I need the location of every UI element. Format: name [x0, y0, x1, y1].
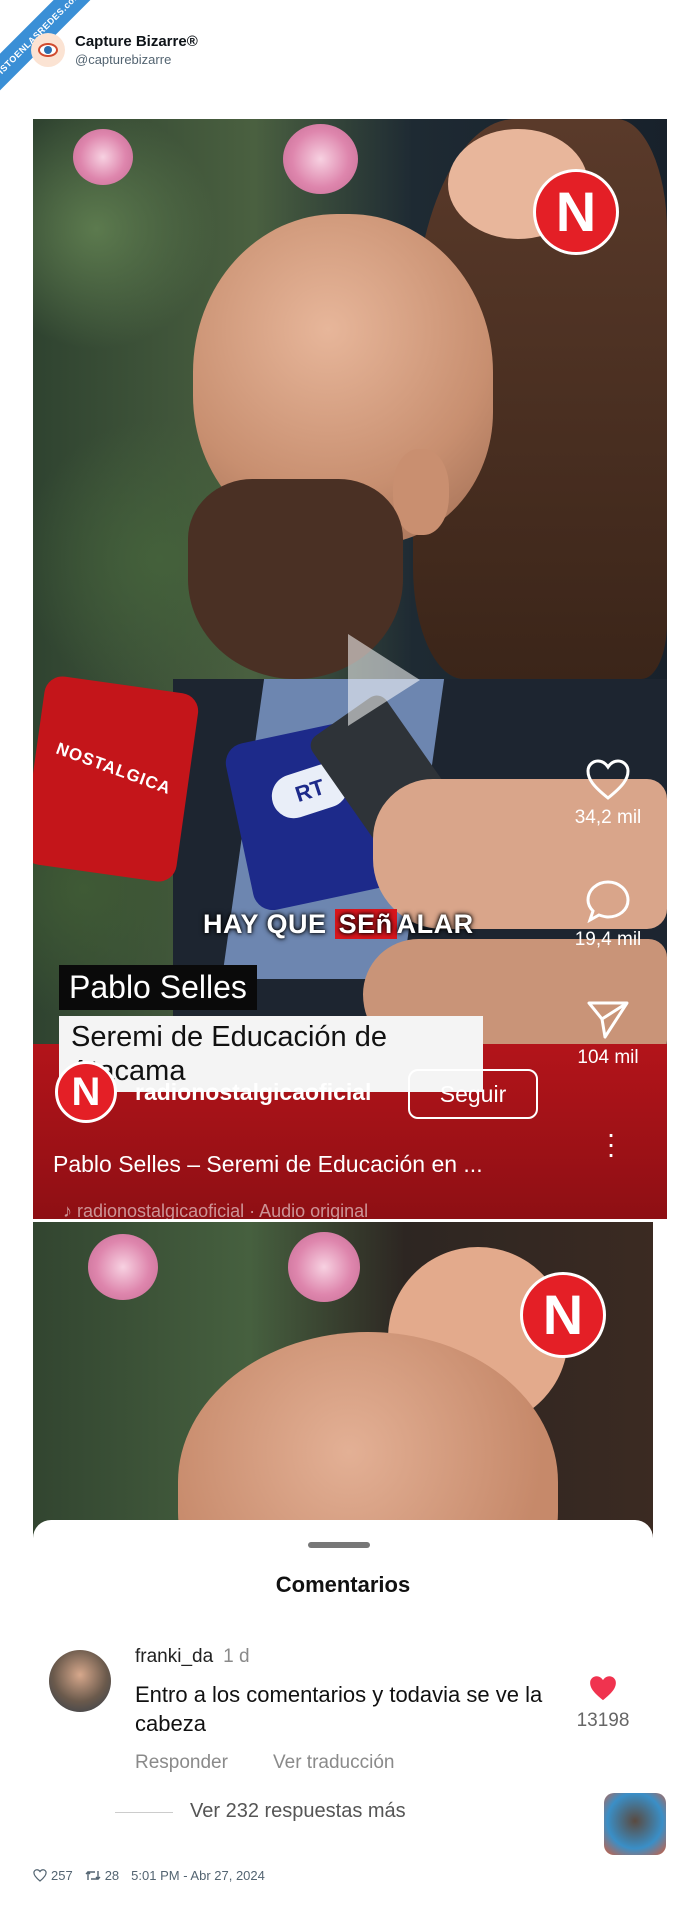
- retweet-icon: [85, 1871, 101, 1880]
- video-description[interactable]: Pablo Selles – Seremi de Educación en ..…: [53, 1151, 483, 1178]
- more-options-icon[interactable]: · · ·: [601, 1120, 621, 1168]
- commenter-avatar[interactable]: [49, 1650, 111, 1712]
- retweet-stat[interactable]: 28: [85, 1868, 119, 1883]
- comment-bubble-icon: [586, 880, 630, 923]
- comment-like-count: 13198: [576, 1710, 630, 1731]
- divider: [115, 1812, 173, 1813]
- heart-filled-icon: [590, 1676, 616, 1701]
- play-icon[interactable]: [348, 634, 420, 726]
- man-ear: [393, 449, 449, 535]
- account-handle[interactable]: @capturebizarre: [75, 52, 198, 67]
- comment-time: 1 d: [223, 1646, 250, 1667]
- comment-count: 19,4 mil: [574, 929, 642, 950]
- pink-flower: [88, 1234, 158, 1300]
- tweet-like-count: 257: [51, 1868, 73, 1883]
- heart-outline-icon: [33, 1869, 47, 1882]
- comment-header: franki_da 1 d: [135, 1646, 250, 1668]
- uploader-thumbnail[interactable]: [604, 1793, 666, 1855]
- channel-avatar[interactable]: N: [55, 1061, 117, 1123]
- translate-button[interactable]: Ver traducción: [273, 1752, 394, 1774]
- channel-logo-icon: N: [520, 1272, 606, 1358]
- account-avatar[interactable]: [31, 33, 65, 67]
- share-count: 104 mil: [577, 1047, 639, 1068]
- channel-logo-icon: N: [533, 169, 619, 255]
- comments-panel: Comentarios franki_da 1 d Entro a los com…: [33, 1520, 653, 1845]
- share-action[interactable]: 104 mil: [553, 999, 663, 1069]
- account-name[interactable]: Capture Bizarre®: [75, 33, 198, 50]
- like-count: 34,2 mil: [574, 807, 642, 828]
- tweet-header: Capture Bizarre® @capturebizarre: [31, 26, 198, 74]
- pink-flower: [73, 129, 133, 185]
- channel-name[interactable]: radionostalgicaoficial: [135, 1079, 371, 1106]
- comment-like-button[interactable]: [588, 1675, 618, 1707]
- view-more-replies[interactable]: Ver 232 respuestas más: [190, 1800, 406, 1823]
- audio-track[interactable]: ♪ radionostalgicaoficial · Audio origina…: [63, 1201, 368, 1219]
- sheet-handle[interactable]: [308, 1542, 370, 1548]
- comment-action[interactable]: 19,4 mil: [553, 879, 663, 951]
- like-action[interactable]: 34,2 mil: [553, 759, 663, 829]
- tweet-footer: 257 28 5:01 PM - Abr 27, 2024: [33, 1868, 277, 1883]
- reply-button[interactable]: Responder: [135, 1752, 228, 1774]
- like-stat[interactable]: 257: [33, 1868, 73, 1883]
- comment-text: Entro a los comentarios y todavia se ve …: [135, 1682, 543, 1736]
- comments-title: Comentarios: [275, 1572, 411, 1597]
- video-caption: HAY QUE SEñ ALAR: [203, 909, 474, 939]
- follow-button[interactable]: Seguir: [408, 1069, 538, 1119]
- pink-flower: [288, 1232, 360, 1302]
- tweet-retweet-count: 28: [104, 1868, 120, 1883]
- tweet-timestamp[interactable]: 5:01 PM - Abr 27, 2024: [131, 1868, 265, 1883]
- pink-flower: [283, 124, 358, 194]
- video-screenshot-1[interactable]: NOSTALGICA RT N HAY QUE SEñ ALAR Pablo Se…: [33, 119, 667, 1219]
- commenter-name[interactable]: franki_da: [135, 1646, 213, 1667]
- send-icon: [587, 1001, 629, 1039]
- heart-icon: [586, 759, 630, 800]
- lower-third-name: Pablo Selles: [59, 965, 257, 1010]
